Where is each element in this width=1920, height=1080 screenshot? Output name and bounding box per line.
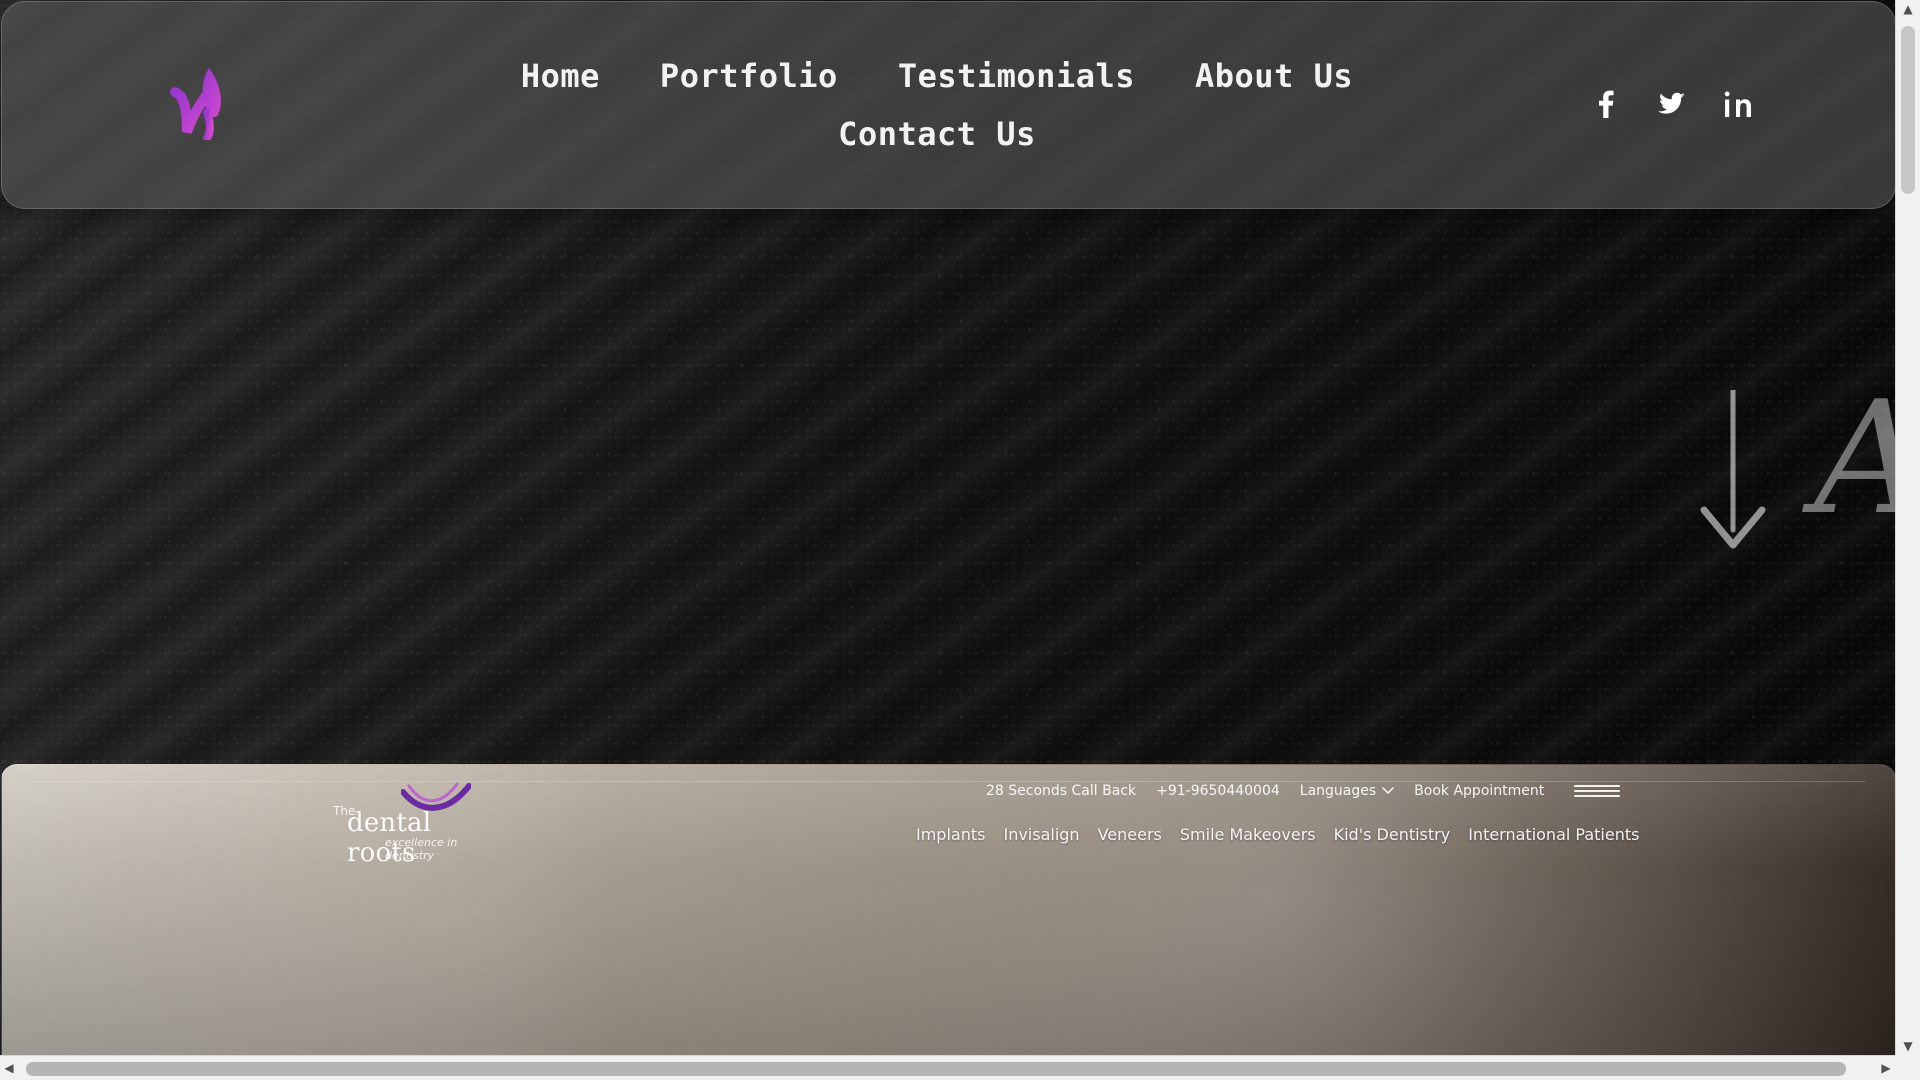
dr-nav-implants[interactable]: Implants (916, 825, 985, 844)
preview-top-divider (32, 781, 1865, 782)
nav-about-us[interactable]: About Us (1195, 47, 1353, 105)
scroll-right-arrow-icon[interactable]: ▶ (1877, 1056, 1895, 1080)
nav-contact-us[interactable]: Contact Us (838, 105, 1036, 163)
top-navigation-bar: Home Portfolio Testimonials About Us Con… (1, 1, 1895, 209)
facebook-icon[interactable] (1592, 90, 1620, 118)
chevron-down-icon (1382, 787, 1394, 794)
down-arrow-icon (1698, 387, 1768, 550)
phone-link[interactable]: +91-9650440004 (1156, 783, 1280, 799)
scroll-up-arrow-icon[interactable]: ▲ (1896, 0, 1920, 18)
book-appointment-link[interactable]: Book Appointment (1414, 783, 1544, 799)
social-links (1592, 90, 1752, 118)
menu-line (1574, 790, 1621, 792)
linkedin-icon[interactable] (1724, 90, 1752, 118)
callback-link[interactable]: 28 Seconds Call Back (986, 783, 1136, 799)
site-logo-icon (170, 68, 221, 142)
embedded-site-preview (1, 764, 1895, 1055)
menu-line (1574, 785, 1621, 787)
dental-roots-nav: Implants Invisalign Veneers Smile Makeov… (916, 825, 1639, 844)
dental-roots-top-meta: 28 Seconds Call Back +91-9650440004 Lang… (986, 783, 1621, 799)
horizontal-scroll-thumb[interactable] (26, 1062, 1846, 1076)
horizontal-scrollbar[interactable]: ◀ ▶ (0, 1055, 1895, 1080)
languages-dropdown[interactable]: Languages (1300, 783, 1394, 799)
dr-nav-veneers[interactable]: Veneers (1098, 825, 1162, 844)
vertical-scroll-thumb[interactable] (1901, 26, 1915, 194)
linkedin-glyph (1724, 91, 1751, 117)
main-nav-row-1: Home Portfolio Testimonials About Us (472, 47, 1402, 105)
dr-nav-kids-dentistry[interactable]: Kid's Dentistry (1334, 825, 1451, 844)
nav-portfolio[interactable]: Portfolio (660, 47, 838, 105)
menu-line (1574, 795, 1621, 797)
down-arrow-glyph (1700, 387, 1766, 549)
hero-decorative-letter: A (1814, 380, 1895, 536)
scroll-down-arrow-icon[interactable]: ▼ (1896, 1037, 1920, 1055)
nav-testimonials[interactable]: Testimonials (898, 47, 1135, 105)
dental-roots-tagline: excellence in dentistry (385, 836, 458, 862)
main-nav: Home Portfolio Testimonials About Us Con… (472, 47, 1402, 167)
languages-label: Languages (1299, 783, 1377, 799)
facebook-glyph (1599, 90, 1614, 118)
scrollbar-corner (1895, 1055, 1920, 1080)
vertical-scrollbar[interactable]: ▲ ▼ (1895, 0, 1920, 1055)
twitter-glyph (1658, 92, 1685, 114)
nav-home[interactable]: Home (521, 47, 600, 105)
site-logo[interactable] (167, 62, 237, 142)
twitter-icon[interactable] (1658, 90, 1686, 118)
main-nav-row-2: Contact Us (472, 105, 1402, 163)
dr-nav-smile-makeovers[interactable]: Smile Makeovers (1180, 825, 1316, 844)
dr-nav-invisalign[interactable]: Invisalign (1003, 825, 1079, 844)
dr-nav-international-patients[interactable]: International Patients (1468, 825, 1639, 844)
scroll-left-arrow-icon[interactable]: ◀ (0, 1056, 18, 1080)
menu-icon[interactable] (1574, 783, 1621, 799)
dental-roots-logo[interactable]: The dental roots excellence in dentistry (333, 780, 493, 868)
browser-viewport: Home Portfolio Testimonials About Us Con… (0, 0, 1895, 1055)
